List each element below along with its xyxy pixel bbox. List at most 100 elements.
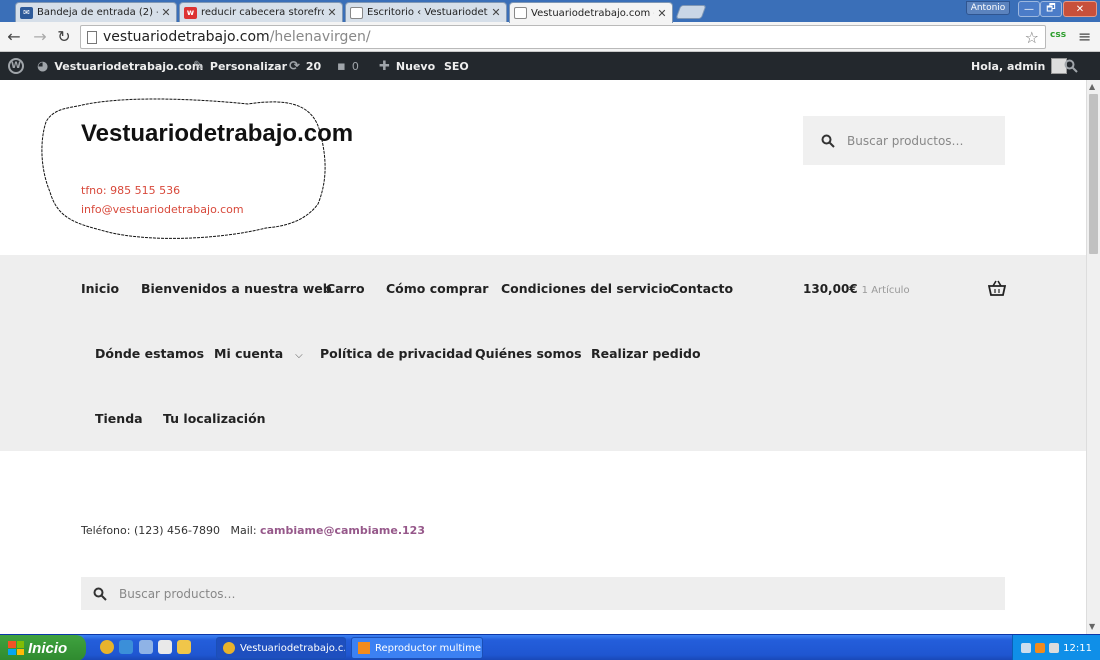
back-arrow-icon[interactable]: ←	[4, 26, 24, 46]
address-bar[interactable]: vestuariodetrabajo.com/helenavirgen/ ☆	[80, 25, 1046, 49]
site-phone: tfno: 985 515 536	[81, 184, 181, 197]
mail-icon: ✉	[20, 6, 33, 19]
windows-taskbar: Inicio Vestuariodetrabajo.c... Reproduct…	[0, 634, 1100, 660]
new-tab-button[interactable]	[675, 5, 707, 19]
reload-icon[interactable]: ↻	[54, 26, 74, 46]
tab-label: Vestuariodetrabajo.com - tfn	[531, 7, 654, 19]
menu-icon[interactable]: ≡	[1078, 27, 1091, 46]
windows-logo-icon	[8, 641, 24, 655]
vlc-icon	[358, 642, 370, 654]
nav-item-privacidad[interactable]: Política de privacidad	[320, 346, 473, 361]
nav-item-realizar-pedido[interactable]: Realizar pedido	[591, 346, 701, 361]
nav-item-tienda[interactable]: Tienda	[95, 411, 143, 426]
vertical-scrollbar[interactable]: ▲ ▼	[1086, 80, 1100, 634]
scroll-up-icon[interactable]: ▲	[1089, 82, 1095, 91]
taskbar-window-browser[interactable]: Vestuariodetrabajo.c...	[216, 637, 346, 659]
browser-user-badge[interactable]: Antonio	[966, 1, 1010, 15]
search-placeholder: Buscar productos…	[119, 586, 236, 601]
nav-item-contacto[interactable]: Contacto	[670, 281, 733, 296]
media-icon[interactable]	[139, 640, 153, 654]
admin-account[interactable]: Hola, admin	[971, 52, 1068, 80]
bookmark-star-icon[interactable]: ☆	[1025, 28, 1039, 47]
basket-icon[interactable]	[988, 280, 1006, 296]
contact-mail-label: Mail:	[230, 524, 257, 537]
updates-icon: ⟳	[289, 58, 300, 74]
nav-item-mi-cuenta[interactable]: Mi cuenta ⌵	[214, 346, 303, 361]
desktop-icon[interactable]	[158, 640, 172, 654]
wordpress-logo-icon[interactable]: W	[8, 52, 24, 80]
content-search-input[interactable]: Buscar productos…	[81, 577, 1005, 610]
brush-icon: ✎	[193, 58, 204, 74]
browser-tab-strip: ✉ Bandeja de entrada (2) - Cor ✕ w reduc…	[0, 0, 1100, 23]
search-icon	[93, 587, 107, 601]
contact-phone: Teléfono: (123) 456-7890	[81, 524, 220, 537]
chrome-icon[interactable]	[100, 640, 114, 654]
close-icon[interactable]: ✕	[656, 7, 668, 20]
close-window-button[interactable]: ✕	[1063, 1, 1097, 17]
clock: 12:11	[1063, 642, 1092, 654]
hand-drawn-outline	[41, 98, 326, 239]
nav-item-localizacion[interactable]: Tu localización	[163, 411, 266, 426]
primary-navigation: Inicio Bienvenidos a nuestra web Carro C…	[0, 255, 1086, 451]
chevron-down-icon: ⌵	[295, 350, 303, 361]
ie-icon[interactable]	[119, 640, 133, 654]
vlc-icon[interactable]	[1035, 643, 1046, 653]
admin-customize[interactable]: ✎ Personalizar	[193, 52, 287, 80]
start-button[interactable]: Inicio	[0, 635, 86, 660]
nav-item-carro[interactable]: Carro	[326, 281, 365, 296]
forward-arrow-icon[interactable]: →	[30, 26, 50, 46]
plus-icon: ✚	[379, 58, 390, 74]
browser-tab-active[interactable]: Vestuariodetrabajo.com - tfn ✕	[509, 2, 673, 23]
url-host: vestuariodetrabajo.com	[103, 29, 270, 45]
browser-tab-mail[interactable]: ✉ Bandeja de entrada (2) - Cor ✕	[15, 2, 177, 22]
page-icon	[87, 30, 97, 44]
contact-line: Teléfono: (123) 456-7890 Mail: cambiame@…	[81, 524, 425, 537]
nav-item-inicio[interactable]: Inicio	[81, 281, 119, 296]
folder-icon[interactable]	[177, 640, 191, 654]
site-title[interactable]: Vestuariodetrabajo.com	[81, 118, 353, 149]
cart-count: 1 Artículo	[861, 285, 910, 296]
admin-updates[interactable]: ⟳ 20	[289, 52, 321, 80]
contact-mail-link[interactable]: cambiame@cambiame.123	[260, 524, 425, 537]
admin-seo[interactable]: SEO	[444, 52, 469, 80]
admin-new[interactable]: ✚ Nuevo	[379, 52, 435, 80]
admin-comments[interactable]: ▪ 0	[337, 52, 359, 80]
system-tray: 12:11	[1012, 635, 1100, 660]
css-extension-icon[interactable]: css	[1050, 30, 1066, 40]
nav-item-como-comprar[interactable]: Cómo comprar	[386, 281, 488, 296]
taskbar-window-media[interactable]: Reproductor multime...	[351, 637, 483, 659]
dashboard-icon: ◕	[37, 58, 49, 74]
nav-item-quienes-somos[interactable]: Quiénes somos	[475, 346, 582, 361]
site-email: info@vestuariodetrabajo.com	[81, 203, 244, 216]
nav-item-donde-estamos[interactable]: Dónde estamos	[95, 346, 204, 361]
w-icon: w	[184, 6, 197, 19]
comments-icon: ▪	[337, 58, 346, 74]
chrome-icon	[223, 642, 235, 654]
scroll-down-icon[interactable]: ▼	[1089, 622, 1095, 631]
browser-toolbar: ← → ↻ vestuariodetrabajo.com/helenavirge…	[0, 22, 1100, 52]
browser-tab-escritorio[interactable]: Escritorio ‹ Vestuariodetraba ✕	[345, 2, 507, 22]
admin-site-name[interactable]: ◕ Vestuariodetrabajo.com	[37, 52, 203, 80]
cart-total[interactable]: 130,00€ 1 Artículo	[803, 282, 910, 296]
close-icon[interactable]: ✕	[160, 6, 172, 19]
nav-item-bienvenidos[interactable]: Bienvenidos a nuestra web	[141, 281, 332, 296]
search-icon	[821, 134, 835, 148]
scrollbar-thumb[interactable]	[1089, 94, 1098, 254]
volume-icon[interactable]	[1049, 643, 1060, 653]
page-content: Vestuariodetrabajo.com tfno: 985 515 536…	[0, 80, 1086, 634]
close-icon[interactable]: ✕	[490, 6, 502, 19]
header-search-input[interactable]: Buscar productos…	[803, 116, 1005, 165]
tab-label: Escritorio ‹ Vestuariodetraba	[367, 7, 488, 18]
admin-search-icon[interactable]	[1064, 52, 1078, 80]
close-icon[interactable]: ✕	[326, 6, 338, 19]
wp-admin-bar: W ◕ Vestuariodetrabajo.com ✎ Personaliza…	[0, 52, 1100, 80]
minimize-button[interactable]: —	[1018, 1, 1040, 17]
page-icon	[350, 6, 363, 19]
tab-label: reducir cabecera storefront	[201, 7, 324, 18]
nav-item-condiciones[interactable]: Condiciones del servicio	[501, 281, 671, 296]
tray-arrow-icon[interactable]	[1021, 643, 1032, 653]
search-placeholder: Buscar productos…	[847, 133, 964, 148]
browser-tab-storefront[interactable]: w reducir cabecera storefront ✕	[179, 2, 343, 22]
maximize-button[interactable]: 🗗	[1040, 1, 1062, 17]
url-path: /helenavirgen/	[269, 29, 371, 45]
